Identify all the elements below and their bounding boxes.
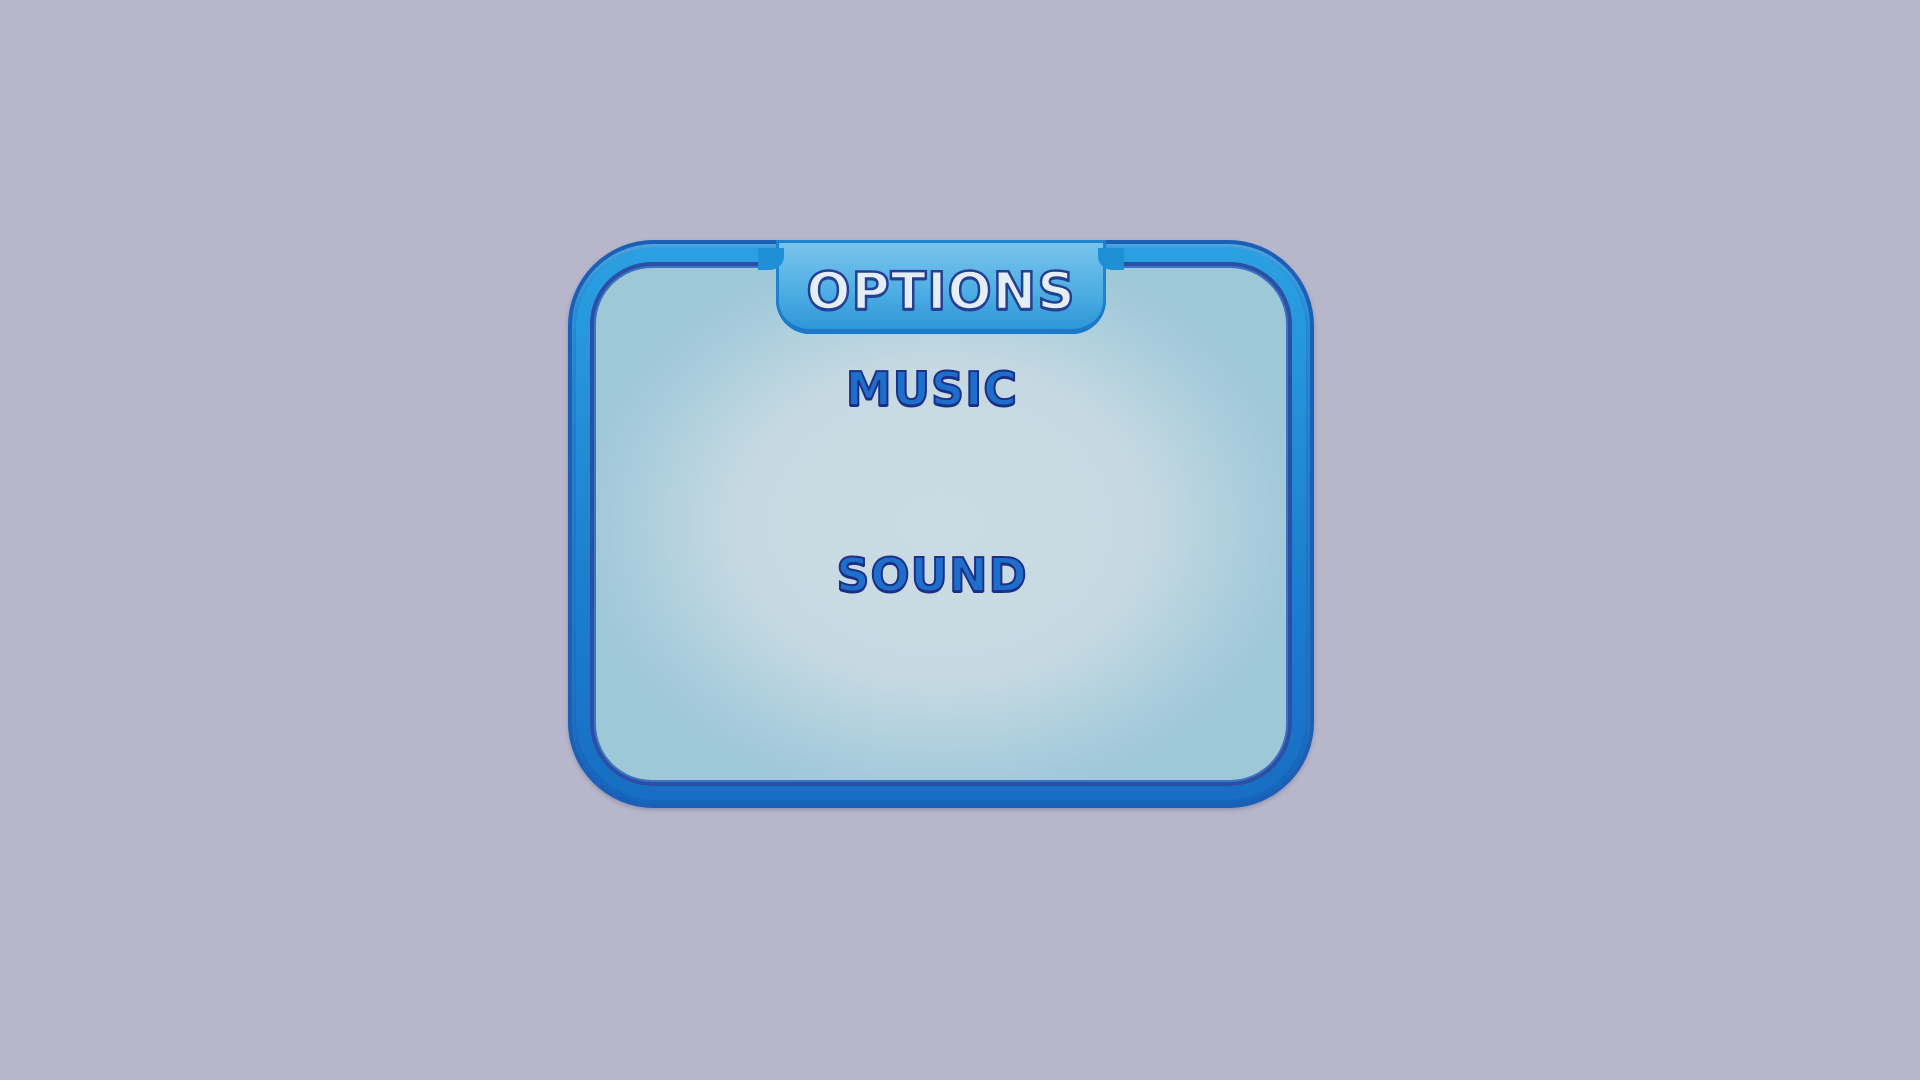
options-title-tab: OPTIONS xyxy=(758,240,1124,334)
options-title: OPTIONS xyxy=(805,262,1076,322)
options-panel-content xyxy=(590,262,1292,786)
music-option-button[interactable]: MUSIC xyxy=(0,365,1864,413)
game-screen: OPTIONS MUSIC SOUND xyxy=(0,0,1920,1080)
sound-option-button[interactable]: SOUND xyxy=(0,551,1864,599)
